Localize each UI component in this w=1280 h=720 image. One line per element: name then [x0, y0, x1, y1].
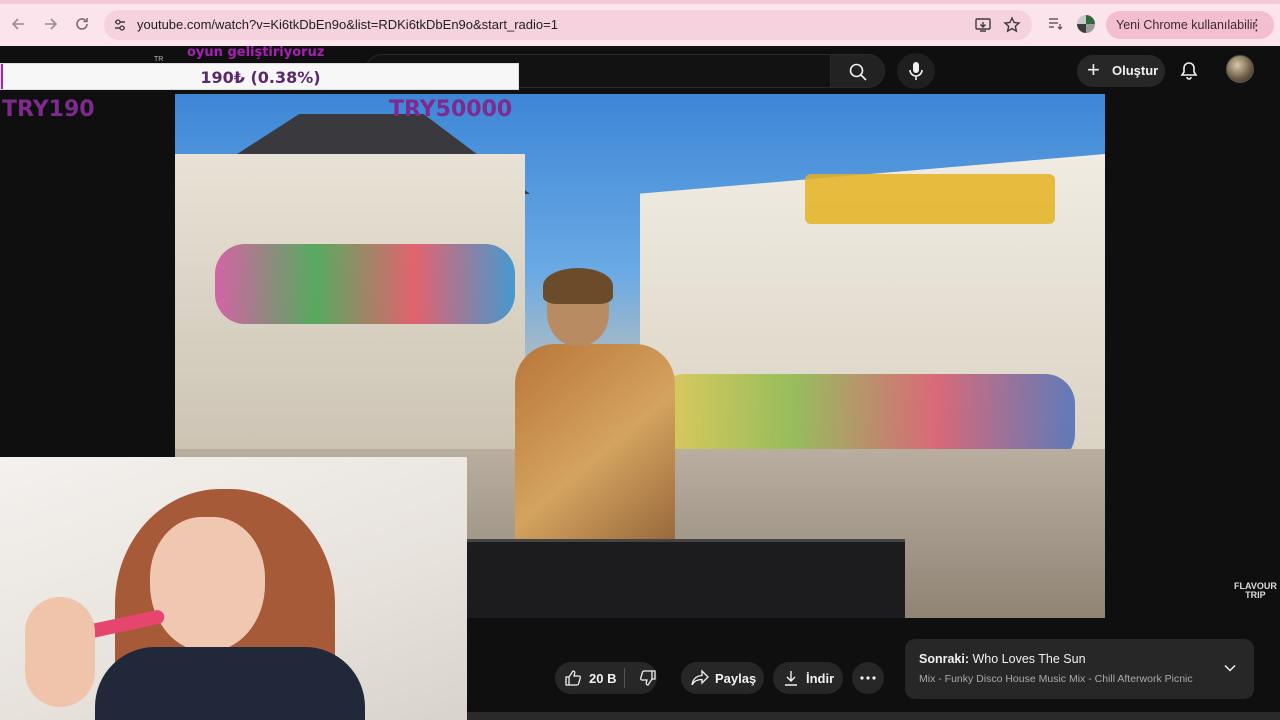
scene-building-left — [175, 154, 525, 494]
site-settings-icon[interactable] — [112, 17, 128, 33]
more-actions-button[interactable] — [852, 662, 884, 694]
download-icon — [785, 671, 797, 686]
create-label: Oluştur — [1112, 63, 1159, 78]
scene-graffiti — [215, 244, 515, 324]
star-icon[interactable] — [1003, 16, 1021, 34]
search-icon — [849, 63, 867, 81]
goal-current-amount: TRY190 — [2, 97, 95, 122]
dislike-icon[interactable] — [639, 669, 657, 687]
reload-icon[interactable] — [72, 14, 92, 34]
webcam-feed — [0, 457, 467, 720]
tab-strip — [0, 0, 1280, 4]
like-icon[interactable] — [564, 669, 582, 687]
chevron-down-icon[interactable] — [1223, 661, 1237, 675]
forward-arrow-icon[interactable] — [40, 14, 60, 34]
voice-search-button[interactable] — [897, 53, 935, 89]
more-menu-icon[interactable]: ⋮ — [1249, 16, 1264, 34]
update-label: Yeni Chrome kullanılabilir — [1116, 18, 1257, 32]
download-label: İndir — [806, 671, 835, 686]
download-button[interactable]: İndir — [773, 662, 843, 694]
next-up-card[interactable]: Sonraki: Who Loves The Sun Mix - Funky D… — [905, 639, 1254, 699]
back-arrow-icon[interactable] — [9, 14, 29, 34]
share-label: Paylaş — [715, 671, 757, 686]
install-app-icon[interactable] — [974, 16, 992, 34]
profile-icon[interactable] — [1077, 15, 1095, 33]
more-icon — [860, 676, 876, 680]
share-button[interactable]: Paylaş — [681, 662, 764, 694]
donation-progress-text: 190₺ (0.38%) — [200, 68, 321, 87]
search-button[interactable] — [830, 54, 885, 88]
scene-graffiti — [805, 174, 1055, 224]
plus-icon: + — [1087, 57, 1100, 82]
goal-target-amount: TRY50000 — [389, 97, 513, 122]
video-brand-mark: FLAVOUR TRIP — [1234, 582, 1277, 600]
like-divider — [624, 668, 625, 688]
bell-icon[interactable] — [1178, 60, 1200, 82]
donation-progress-bar: 190₺ (0.38%) — [0, 63, 519, 90]
overlay-tag: TR — [154, 56, 164, 63]
overlay-caption: oyun geliştiriyoruz — [187, 45, 325, 60]
scene-dj — [515, 268, 675, 574]
share-icon — [691, 669, 709, 686]
avatar[interactable] — [1226, 55, 1254, 83]
next-up-title-line: Sonraki: Who Loves The Sun — [919, 652, 1086, 666]
like-dislike-group: 20 B — [555, 662, 657, 694]
next-up-prefix: Sonraki: — [919, 652, 970, 666]
scene-dj-decks — [465, 539, 905, 618]
address-bar[interactable]: youtube.com/watch?v=Ki6tkDbEn9o&list=RDK… — [104, 10, 1032, 40]
create-button[interactable]: + Oluştur — [1077, 55, 1165, 87]
below-player-strip — [467, 712, 1280, 720]
brand-line-2: TRIP — [1245, 590, 1266, 600]
browser-toolbar: youtube.com/watch?v=Ki6tkDbEn9o&list=RDK… — [0, 0, 1280, 46]
like-count[interactable]: 20 B — [589, 671, 616, 686]
next-up-title: Who Loves The Sun — [972, 652, 1086, 666]
chrome-update-button[interactable]: Yeni Chrome kullanılabilir ⋮ — [1106, 11, 1274, 39]
reading-list-icon[interactable] — [1046, 14, 1064, 32]
url-text[interactable]: youtube.com/watch?v=Ki6tkDbEn9o&list=RDK… — [137, 17, 558, 32]
next-up-subtitle: Mix - Funky Disco House Music Mix - Chil… — [919, 673, 1193, 685]
mic-icon — [909, 62, 923, 80]
